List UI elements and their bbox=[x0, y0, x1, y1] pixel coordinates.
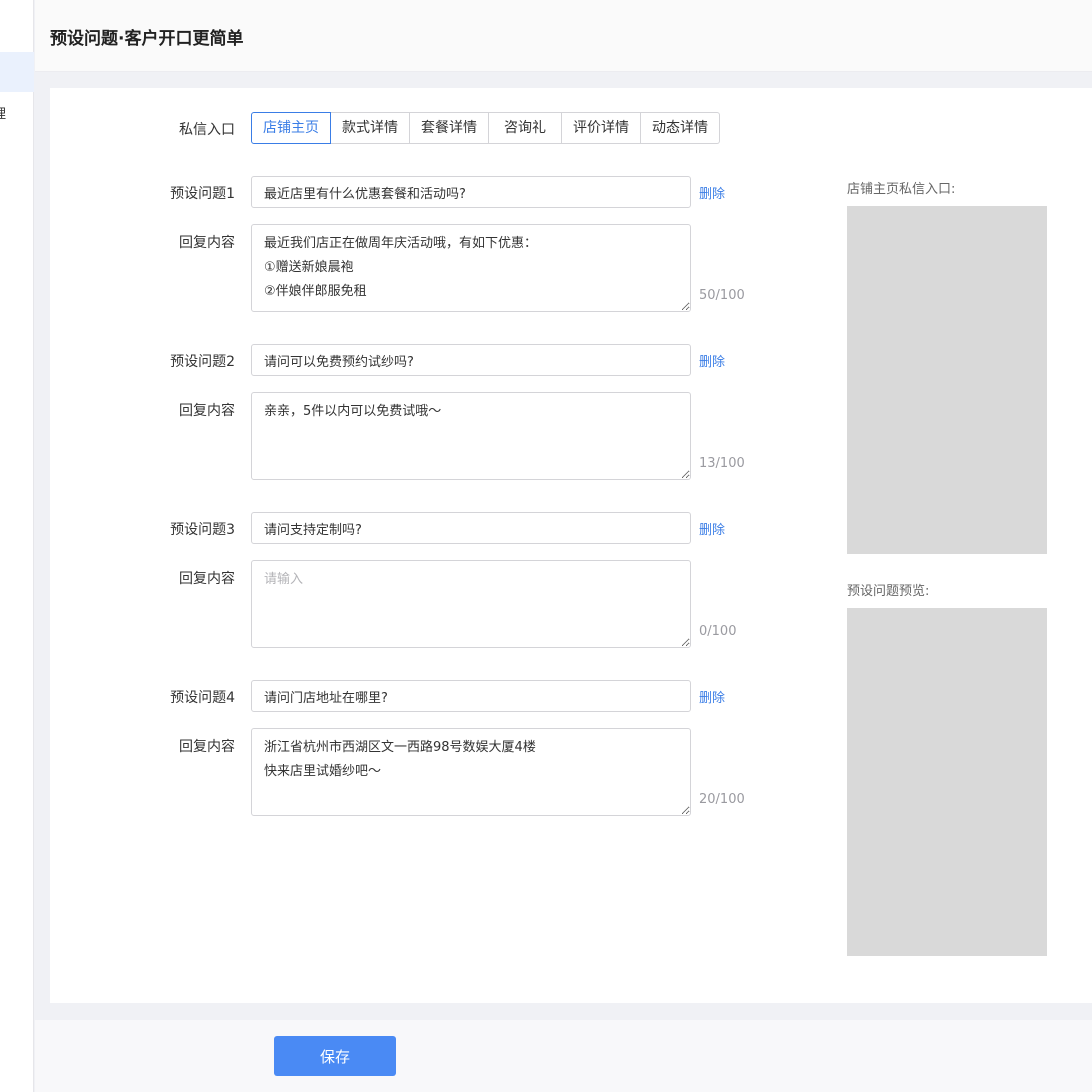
questions-preview-image bbox=[847, 608, 1047, 956]
char-counter-4: 20/100 bbox=[699, 792, 745, 807]
reply-label: 回复内容 bbox=[179, 571, 235, 587]
reply-textarea-3[interactable] bbox=[251, 560, 691, 648]
question-block-4: 预设问题4 删除 回复内容 浙江省杭州市西湖区文一西路98号数娱大厦4楼 快来店… bbox=[50, 680, 810, 840]
page-header: 预设问题·客户开口更简单 bbox=[35, 0, 1092, 72]
entry-label: 私信入口 bbox=[179, 122, 235, 138]
tab-moment-detail[interactable]: 动态详情 bbox=[641, 112, 720, 144]
reply-textarea-4[interactable]: 浙江省杭州市西湖区文一西路98号数娱大厦4楼 快来店里试婚纱吧～ bbox=[251, 728, 691, 816]
entry-preview-label: 店铺主页私信入口: bbox=[847, 182, 956, 197]
question-block-1: 预设问题1 删除 回复内容 最近我们店正在做周年庆活动哦，有如下优惠： ①赠送新… bbox=[50, 176, 810, 336]
entry-tabs: 店铺主页 款式详情 套餐详情 咨询礼 评价详情 动态详情 bbox=[251, 112, 720, 144]
reply-textarea-2[interactable]: 亲亲，5件以内可以免费试哦～ bbox=[251, 392, 691, 480]
entry-preview-image bbox=[847, 206, 1047, 554]
tab-shop-home[interactable]: 店铺主页 bbox=[251, 112, 331, 144]
reply-textarea-1[interactable]: 最近我们店正在做周年庆活动哦，有如下优惠： ①赠送新娘晨袍 ②伴娘伴郎服免租 bbox=[251, 224, 691, 312]
question-block-2: 预设问题2 删除 回复内容 亲亲，5件以内可以免费试哦～ 13/100 bbox=[50, 344, 810, 504]
question-label: 预设问题1 bbox=[170, 186, 235, 202]
settings-card: 私信入口 店铺主页 款式详情 套餐详情 咨询礼 评价详情 动态详情 预设问题1 … bbox=[50, 88, 1092, 1003]
reply-label: 回复内容 bbox=[179, 235, 235, 251]
question-input-2[interactable] bbox=[251, 344, 691, 376]
char-counter-1: 50/100 bbox=[699, 288, 745, 303]
question-input-3[interactable] bbox=[251, 512, 691, 544]
delete-question-2-link[interactable]: 删除 bbox=[699, 351, 725, 370]
reply-label: 回复内容 bbox=[179, 403, 235, 419]
sidebar-item-label[interactable]: 理 bbox=[0, 103, 6, 122]
questions-preview-label: 预设问题预览: bbox=[847, 584, 930, 599]
delete-question-1-link[interactable]: 删除 bbox=[699, 183, 725, 202]
save-button[interactable]: 保存 bbox=[274, 1036, 396, 1076]
sidebar-active-item[interactable] bbox=[0, 52, 34, 92]
footer-bar: 保存 bbox=[35, 1020, 1092, 1092]
question-label: 预设问题3 bbox=[170, 522, 235, 538]
page-title: 预设问题·客户开口更简单 bbox=[50, 29, 244, 49]
sidebar: 理 bbox=[0, 0, 34, 1092]
char-counter-3: 0/100 bbox=[699, 624, 737, 639]
question-block-3: 预设问题3 删除 回复内容 0/100 bbox=[50, 512, 810, 672]
delete-question-4-link[interactable]: 删除 bbox=[699, 687, 725, 706]
tab-consult-gift[interactable]: 咨询礼 bbox=[489, 112, 562, 144]
delete-question-3-link[interactable]: 删除 bbox=[699, 519, 725, 538]
question-input-1[interactable] bbox=[251, 176, 691, 208]
question-label: 预设问题2 bbox=[170, 354, 235, 370]
question-input-4[interactable] bbox=[251, 680, 691, 712]
tab-review-detail[interactable]: 评价详情 bbox=[562, 112, 641, 144]
tab-style-detail[interactable]: 款式详情 bbox=[331, 112, 410, 144]
tab-package-detail[interactable]: 套餐详情 bbox=[410, 112, 489, 144]
question-label: 预设问题4 bbox=[170, 690, 235, 706]
reply-label: 回复内容 bbox=[179, 739, 235, 755]
char-counter-2: 13/100 bbox=[699, 456, 745, 471]
